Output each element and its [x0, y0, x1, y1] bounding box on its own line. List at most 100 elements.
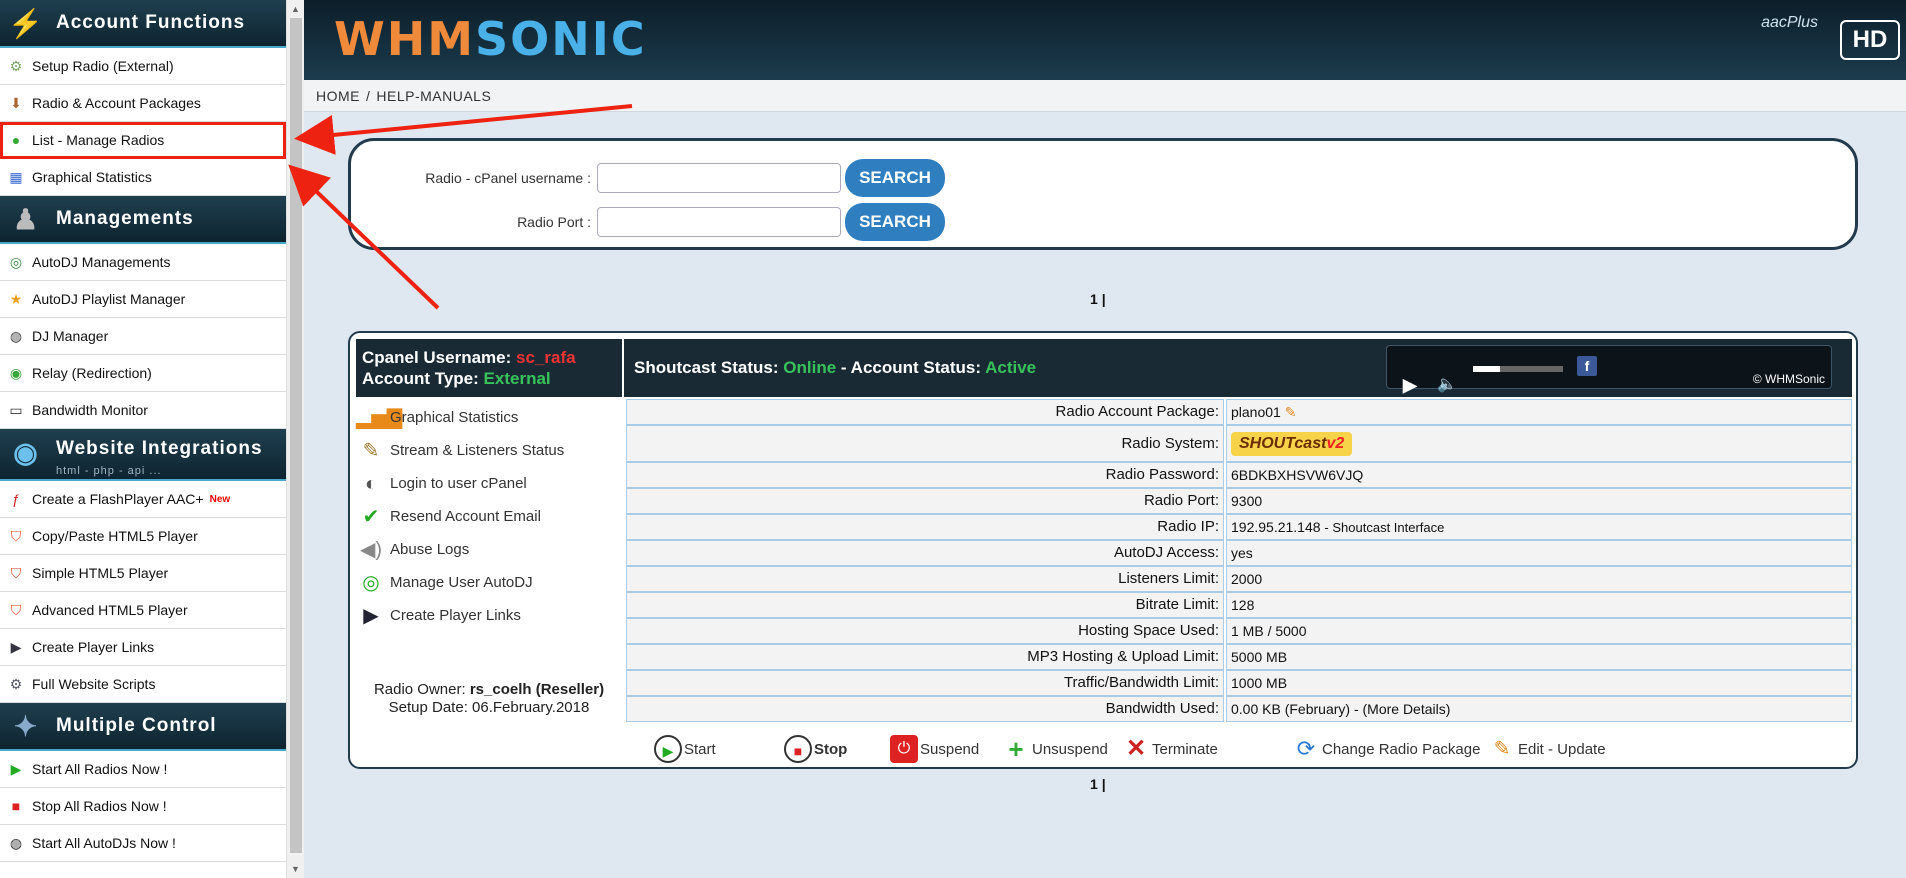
cpanel-username-label: Cpanel Username: [362, 348, 512, 367]
section-title: Managements [56, 208, 194, 229]
account-header-right: Shoutcast Status: Online - Account Statu… [624, 339, 1852, 397]
cpanel-username-line: Cpanel Username: sc_rafa [362, 347, 616, 368]
action-label: Suspend [920, 740, 980, 758]
sidebar-item-label: Copy/Paste HTML5 Player [32, 528, 198, 544]
aacplus-logo: aacPlus [1761, 14, 1818, 31]
search-panel: Radio - cPanel username : SEARCH Radio P… [348, 138, 1858, 250]
cpanel-username-value: sc_rafa [516, 348, 576, 367]
autodj-start-icon: ◍ [9, 835, 23, 851]
username-input[interactable] [597, 163, 841, 193]
refresh-icon: ⟳ [1296, 736, 1316, 761]
info-row-ip: Radio IP: 192.95.21.148 - Shoutcast Inte… [626, 514, 1852, 540]
sidebar-item-flashplayer[interactable]: ƒ Create a FlashPlayer AAC+ New [0, 481, 286, 518]
sidebar-item-simple-html5[interactable]: ⛉ Simple HTML5 Player [0, 555, 286, 592]
search-port-button[interactable]: SEARCH [845, 203, 945, 241]
info-key: Traffic/Bandwidth Limit: [626, 670, 1224, 696]
sidebar-item-label: Start All Radios Now ! [32, 761, 168, 777]
sidebar-item-advanced-html5[interactable]: ⛉ Advanced HTML5 Player [0, 592, 286, 629]
account-info-table: Radio Account Package: plano01 ✎ Radio S… [626, 399, 1852, 722]
pager-top: 1 | [1090, 291, 1106, 307]
html5-icon: ⛉ [10, 565, 22, 581]
menu-label: Resend Account Email [390, 508, 541, 525]
hd-badge: HD [1840, 20, 1900, 60]
info-value: 5000 MB [1226, 644, 1852, 670]
menu-manage-user-autodj[interactable]: ◎ Manage User AutoDJ [356, 566, 622, 599]
facebook-icon[interactable]: f [1577, 356, 1597, 376]
menu-abuse-logs[interactable]: ◀) Abuse Logs [356, 533, 622, 566]
sidebar-item-graphical-statistics[interactable]: ▦ Graphical Statistics [0, 159, 286, 196]
suspend-button[interactable]: ⏻ Suspend [890, 735, 979, 763]
unsuspend-button[interactable]: + Unsuspend [1002, 735, 1107, 763]
monitor-icon: ▭ [9, 402, 23, 418]
sidebar-item-autodj-managements[interactable]: ◎ AutoDJ Managements [0, 244, 286, 281]
shoutcast-logo: SHOUTcastv2 [1231, 432, 1353, 456]
sidebar-item-label: AutoDJ Playlist Manager [32, 291, 186, 307]
info-row-listeners: Listeners Limit: 2000 [626, 566, 1852, 592]
change-package-button[interactable]: ⟳ Change Radio Package [1292, 735, 1481, 763]
section-title: Website Integrations [56, 438, 263, 459]
stop-icon: ■ [11, 798, 21, 814]
sidebar-item-label: List - Manage Radios [32, 132, 165, 148]
account-panel: Cpanel Username: sc_rafa Account Type: E… [348, 331, 1858, 769]
sidebar-item-copy-paste-html5[interactable]: ⛉ Copy/Paste HTML5 Player [0, 518, 286, 555]
package-value: plano01 [1231, 404, 1281, 420]
shoutcast-interface-link[interactable]: - Shoutcast Interface [1324, 520, 1444, 535]
page-separator: | [1101, 776, 1106, 792]
search-username-button[interactable]: SEARCH [845, 159, 945, 197]
info-key: Bitrate Limit: [626, 592, 1224, 618]
action-label: Stop [814, 740, 848, 758]
sidebar-item-create-player-links[interactable]: ▶ Create Player Links [0, 629, 286, 666]
sidebar-item-packages[interactable]: ⬇ Radio & Account Packages [0, 85, 286, 122]
shoutcast-logo-text: SHOUTcast [1239, 435, 1327, 452]
menu-login-cpanel[interactable]: ◐ Login to user cPanel [356, 467, 622, 500]
cpanel-icon: ◐ [364, 472, 378, 495]
menu-label: Create Player Links [390, 607, 521, 624]
volume-slider[interactable] [1473, 366, 1563, 372]
sidebar-item-relay[interactable]: ◉ Relay (Redirection) [0, 355, 286, 392]
info-key: Radio Password: [626, 462, 1224, 488]
info-value: 9300 [1226, 488, 1852, 514]
menu-label: Manage User AutoDJ [390, 574, 533, 591]
scrollbar-thumb[interactable] [290, 18, 302, 853]
pencil-icon: ✎ [1493, 738, 1511, 760]
terminate-button[interactable]: ✕ Terminate [1122, 735, 1218, 763]
page-link[interactable]: 1 [1090, 291, 1098, 307]
info-value[interactable]: 0.00 KB (February) - (More Details) [1226, 696, 1852, 722]
sidebar-item-start-all-radios[interactable]: ▶ Start All Radios Now ! [0, 751, 286, 788]
sidebar-item-dj-manager[interactable]: ◍ DJ Manager [0, 318, 286, 355]
sidebar-item-label: Create Player Links [32, 639, 155, 655]
breadcrumb-current[interactable]: HELP-MANUALS [376, 88, 491, 104]
sidebar-item-setup-radio[interactable]: ⚙ Setup Radio (External) [0, 48, 286, 85]
info-value: 192.95.21.148 - Shoutcast Interface [1226, 514, 1852, 540]
menu-resend-email[interactable]: ✔ Resend Account Email [356, 500, 622, 533]
checkmark-icon: ✔ [362, 505, 380, 528]
guitar-icon: ✎ [362, 439, 380, 462]
sidebar-item-list-manage-radios[interactable]: ● List - Manage Radios [0, 122, 286, 159]
start-button[interactable]: ▶ Start [654, 735, 716, 763]
menu-create-player-links[interactable]: ▶ Create Player Links [356, 599, 622, 632]
sidebar-item-autodj-playlist[interactable]: ★ AutoDJ Playlist Manager [0, 281, 286, 318]
page-link[interactable]: 1 [1090, 776, 1098, 792]
edit-update-button[interactable]: ✎ Edit - Update [1488, 735, 1606, 763]
sidebar-item-bandwidth-monitor[interactable]: ▭ Bandwidth Monitor [0, 392, 286, 429]
sidebar-scrollbar[interactable]: ▲ ▼ [286, 0, 304, 878]
section-header-account-functions: ⚡ Account Functions [0, 0, 286, 48]
info-key: Hosting Space Used: [626, 618, 1224, 644]
sidebar-item-start-all-autodjs[interactable]: ◍ Start All AutoDJs Now ! [0, 825, 286, 862]
scroll-down-icon[interactable]: ▼ [291, 864, 300, 874]
x-icon: ✕ [1125, 735, 1147, 762]
port-input[interactable] [597, 207, 841, 237]
start-icon: ▶ [10, 761, 22, 777]
info-row-radio-system: Radio System: SHOUTcastv2 [626, 425, 1852, 462]
sidebar-item-full-website-scripts[interactable]: ⚙ Full Website Scripts [0, 666, 286, 703]
sidebar-item-stop-all-radios[interactable]: ■ Stop All Radios Now ! [0, 788, 286, 825]
menu-graphical-statistics[interactable]: ▂▅▇ Graphical Statistics [356, 401, 622, 434]
breadcrumb-home[interactable]: HOME [316, 88, 360, 104]
owner-info: Radio Owner: rs_coelh (Reseller) Setup D… [356, 681, 622, 717]
sidebar-item-label: Advanced HTML5 Player [32, 602, 188, 618]
menu-stream-listeners-status[interactable]: ✎ Stream & Listeners Status [356, 434, 622, 467]
scroll-up-icon[interactable]: ▲ [291, 4, 300, 14]
stop-button[interactable]: ■ Stop [784, 735, 847, 763]
pencil-icon[interactable]: ✎ [1285, 404, 1297, 420]
shoutcast-status-label: Shoutcast Status: [634, 358, 779, 377]
